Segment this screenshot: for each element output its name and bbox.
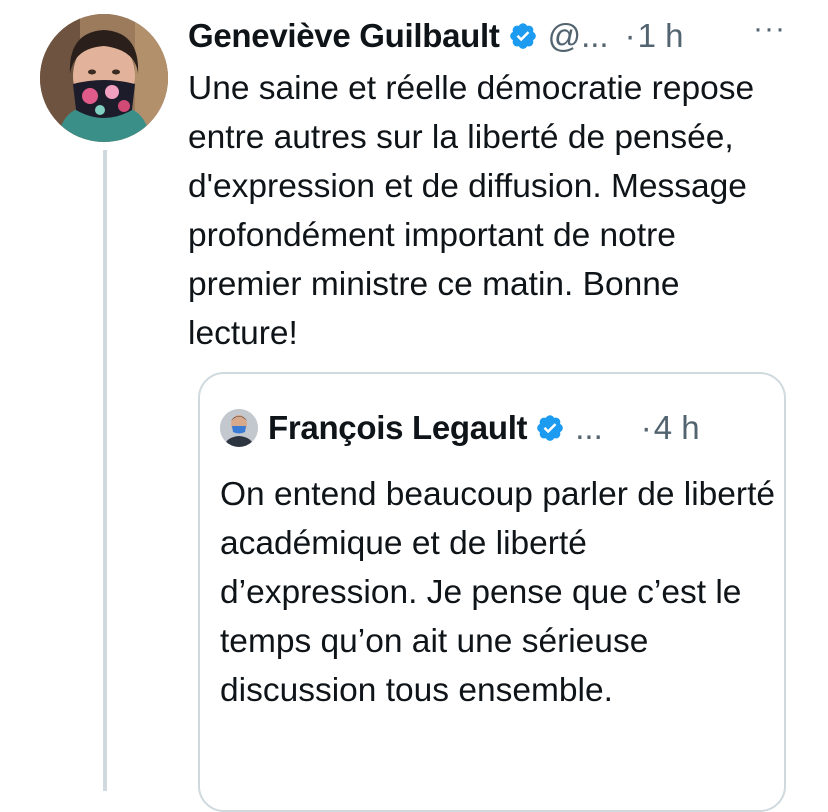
quoted-separator-dot: · bbox=[640, 409, 652, 446]
avatar-image bbox=[40, 14, 168, 142]
tweet-header: Geneviève Guilbault @... · 1 h ··· bbox=[188, 12, 808, 58]
more-options-icon[interactable]: ··· bbox=[753, 12, 786, 46]
quoted-tweet-text: On entend beaucoup parler de liberté aca… bbox=[220, 476, 776, 709]
quoted-tweet-header: François Legault ... · 4 h bbox=[220, 406, 770, 450]
quoted-tweet-card[interactable]: François Legault ... · 4 h On entend bea… bbox=[198, 372, 786, 812]
quoted-author-name[interactable]: François Legault bbox=[268, 409, 528, 447]
thread-connector-line bbox=[103, 150, 107, 791]
author-avatar[interactable] bbox=[40, 14, 168, 142]
tweet-timestamp[interactable]: 1 h bbox=[638, 17, 684, 55]
author-handle[interactable]: @... bbox=[548, 17, 609, 55]
quoted-author-avatar[interactable] bbox=[220, 409, 258, 447]
tweet-text: Une saine et réelle démocratie repose en… bbox=[188, 70, 755, 352]
verified-badge-icon bbox=[508, 21, 538, 51]
quoted-author-handle[interactable]: ... bbox=[575, 409, 603, 447]
quoted-avatar-image bbox=[220, 409, 258, 447]
verified-badge-icon bbox=[535, 413, 565, 443]
separator-dot: · bbox=[624, 17, 636, 54]
author-name[interactable]: Geneviève Guilbault bbox=[188, 17, 500, 55]
quoted-tweet-timestamp[interactable]: 4 h bbox=[654, 409, 700, 447]
